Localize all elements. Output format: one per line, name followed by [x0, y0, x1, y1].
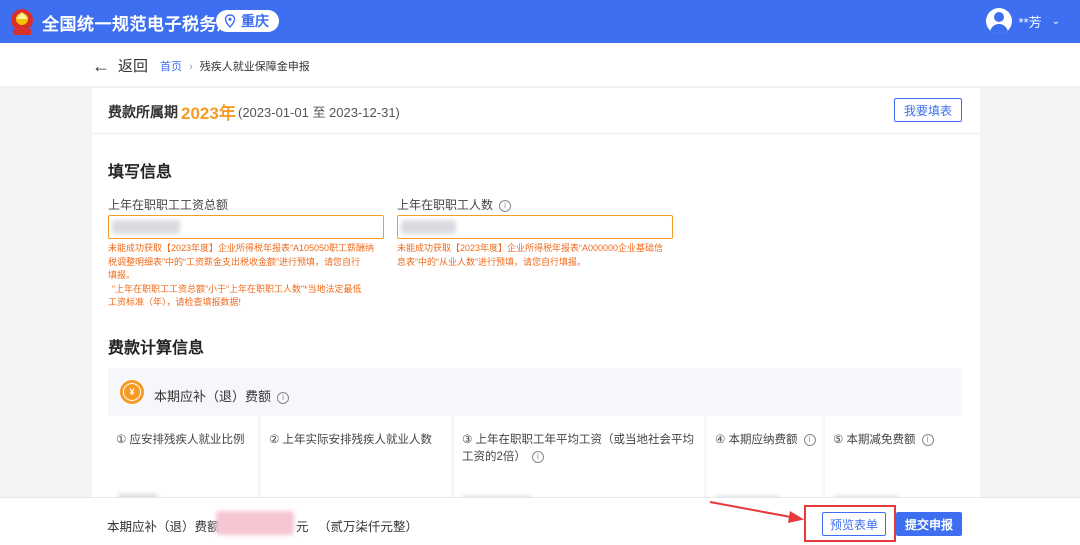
breadcrumb-home[interactable]: 首页 — [160, 61, 182, 73]
column-label: ③ 上年在职职工年平均工资（或当地社会平均工资的2倍） i — [462, 434, 695, 463]
info-icon[interactable]: i — [277, 391, 290, 404]
arrow-left-icon: ← — [92, 55, 110, 76]
calc-column-ratio: ① 应安排残疾人就业比例 — [108, 416, 258, 508]
column-label: ④ 本期应纳费额 i — [715, 432, 825, 449]
calc-column-reduction: ⑤ 本期减免费额 i — [825, 416, 962, 508]
fill-section-title: 填写信息 — [108, 164, 173, 181]
info-icon[interactable]: i — [531, 450, 544, 463]
info-icon[interactable]: i — [499, 199, 512, 212]
staff-count-input[interactable] — [397, 215, 673, 239]
bottom-bar: 本期应补（退）费额 元 （贰万柒仟元整） 预览表单 提交申报 — [0, 497, 1080, 545]
calc-column-payable: ④ 本期应纳费额 i — [707, 416, 822, 508]
submit-declaration-button[interactable]: 提交申报 — [896, 512, 962, 536]
location-pin-icon — [224, 14, 236, 28]
avatar — [986, 8, 1013, 34]
top-bar: 全国统一规范电子税务局 重庆 **芳 ⌄ — [0, 0, 1080, 43]
staff-count-label: 上年在职职工人数 i — [397, 196, 512, 213]
chevron-down-icon: ⌄ — [1051, 15, 1060, 27]
breadcrumb: 首页 › 残疾人就业保障金申报 — [160, 58, 310, 74]
back-label: 返回 — [118, 58, 149, 75]
breadcrumb-current: 残疾人就业保障金申报 — [199, 61, 310, 73]
location-name: 重庆 — [241, 13, 269, 29]
wage-total-label: 上年在职职工工资总额 — [108, 198, 229, 212]
calc-section-title: 费款计算信息 — [108, 340, 205, 357]
column-label: ② 上年实际安排残疾人就业人数 — [269, 434, 433, 446]
info-icon[interactable]: i — [921, 433, 934, 446]
fill-form-button[interactable]: 我要填表 — [894, 98, 962, 122]
user-menu[interactable]: **芳 ⌄ — [986, 8, 1060, 34]
calc-column-average-wage: ③ 上年在职职工年平均工资（或当地社会平均工资的2倍） i — [454, 416, 704, 508]
breadcrumb-bar: ← 返回 首页 › 残疾人就业保障金申报 — [0, 43, 1080, 86]
period-range: (2023-01-01 至 2023-12-31) — [238, 105, 400, 120]
period-year: 2023年 — [181, 104, 236, 123]
staff-count-error-message: 未能成功获取【2023年度】企业所得税年报表“A000000企业基础信 息表”中… — [397, 243, 664, 267]
yen-coin-icon: ¥ — [120, 380, 144, 404]
period-label: 费款所属期 — [108, 104, 178, 120]
annotation-highlight-box — [804, 505, 896, 542]
info-icon[interactable]: i — [803, 433, 816, 446]
due-amount-label: 本期应补（退）费额 — [107, 520, 220, 534]
period-row: 费款所属期 2023年 (2023-01-01 至 2023-12-31) 我要… — [92, 88, 980, 134]
user-name: **芳 — [1018, 14, 1042, 30]
annotation-arrow-icon — [709, 501, 804, 523]
site-title: 全国统一规范电子税务局 — [42, 15, 235, 34]
redacted-value — [401, 220, 456, 234]
calc-panel: ¥ 本期应补（退）费额 i ① 应安排残疾人就业比例 ② 上年实际安排残疾人就业人… — [108, 368, 962, 514]
tax-emblem-icon — [11, 9, 33, 35]
location-selector[interactable]: 重庆 — [216, 10, 279, 32]
breadcrumb-separator-icon: › — [189, 61, 193, 73]
calc-panel-title: 本期应补（退）费额 i — [154, 386, 290, 405]
column-label: ⑤ 本期减免费额 i — [833, 432, 958, 449]
main-card: 费款所属期 2023年 (2023-01-01 至 2023-12-31) 我要… — [92, 88, 980, 514]
redacted-amount — [216, 511, 294, 535]
wage-error-message: 未能成功获取【2023年度】企业所得税年报表“A105050职工薪酬纳 税调整明… — [108, 243, 375, 307]
calc-column-disabled-count: ② 上年实际安排残疾人就业人数 0 — [261, 416, 451, 514]
amount-unit: 元 — [296, 520, 309, 534]
back-button[interactable]: ← 返回 — [92, 55, 148, 76]
redacted-value — [112, 220, 180, 234]
amount-in-words: （贰万柒仟元整） — [318, 520, 419, 534]
column-label: ① 应安排残疾人就业比例 — [116, 434, 245, 446]
wage-total-input[interactable] — [108, 215, 384, 239]
